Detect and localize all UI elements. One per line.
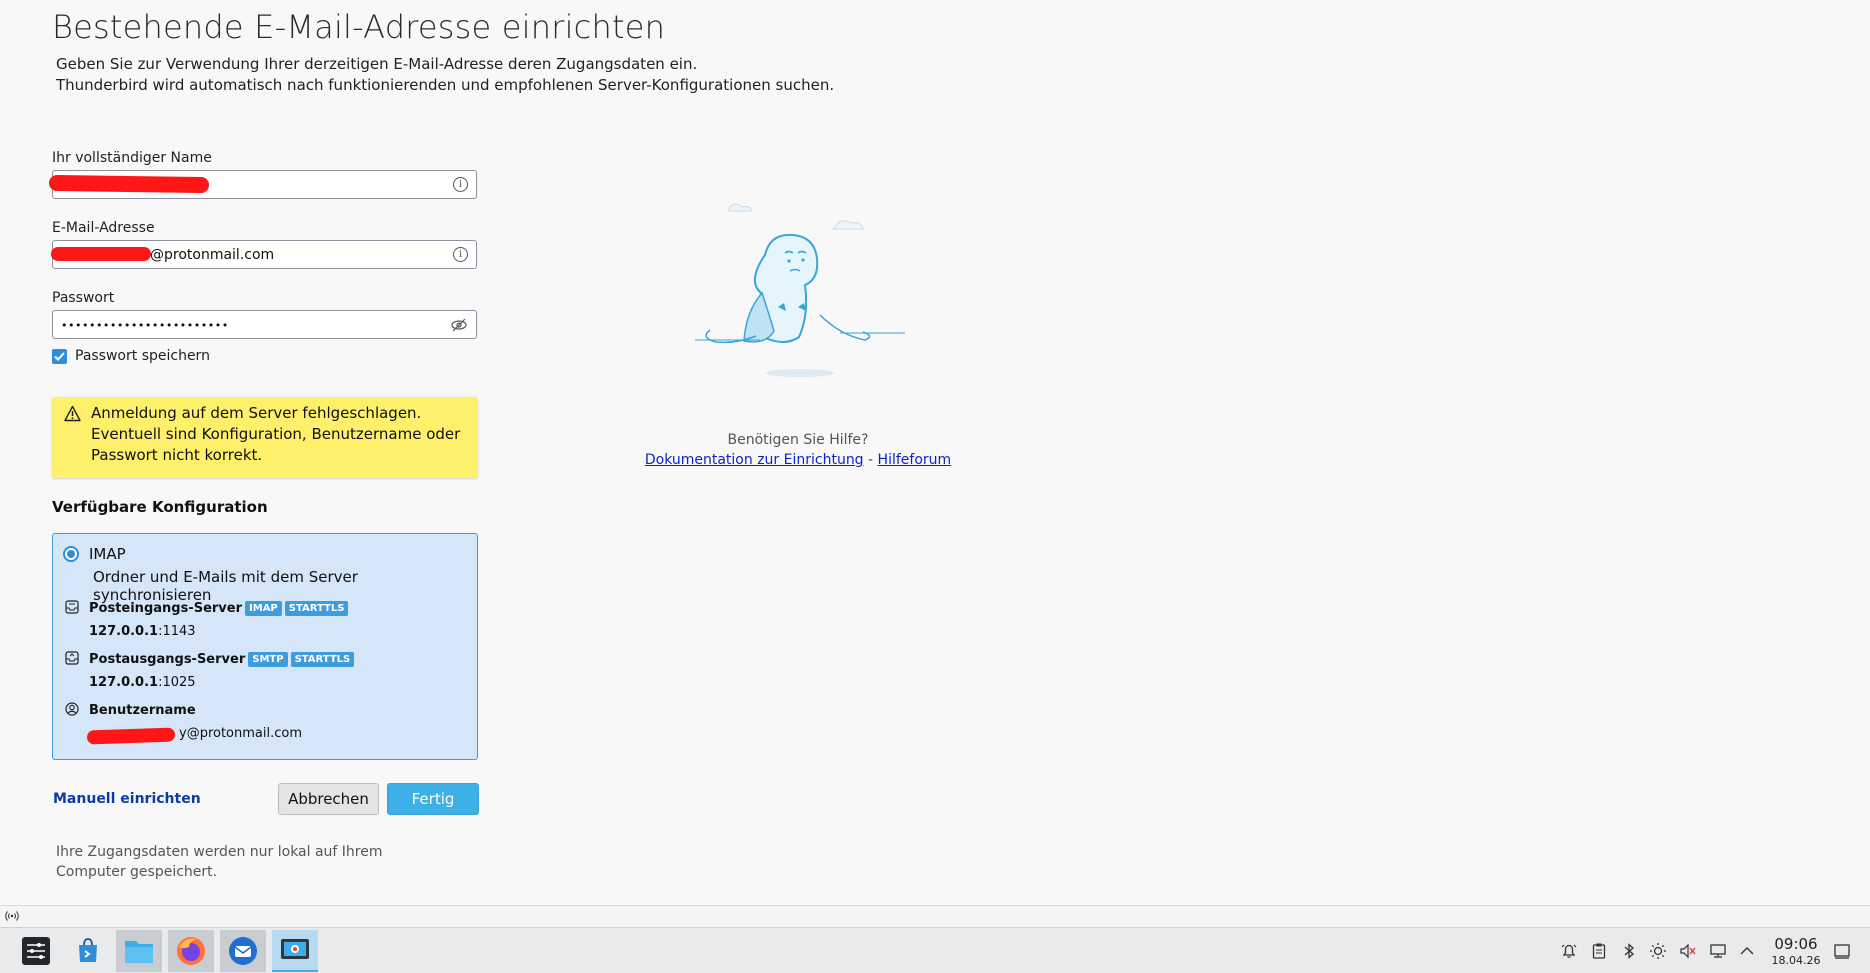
thunderbird-button[interactable] — [220, 930, 266, 972]
name-label: Ihr vollständiger Name — [52, 150, 212, 166]
volume-muted-icon — [1680, 943, 1696, 959]
firefox-icon — [177, 937, 205, 965]
toggle-password-visibility-icon[interactable] — [450, 317, 468, 333]
email-label: E-Mail-Adresse — [52, 220, 155, 236]
privacy-footnote: Ihre Zugangsdaten werden nur lokal auf I… — [56, 844, 383, 880]
page-title: Bestehende E-Mail-Adresse einrichten — [52, 8, 666, 46]
protocol-badge: IMAP — [245, 601, 282, 616]
brightness-tray[interactable] — [1648, 941, 1668, 961]
network-tray[interactable] — [1708, 941, 1728, 961]
warning-icon — [64, 405, 81, 422]
password-field[interactable]: •••••••••••••••••••••••• — [52, 310, 477, 339]
manual-setup-link[interactable]: Manuell einrichten — [53, 791, 201, 807]
notifications-tray[interactable] — [1559, 941, 1579, 961]
help-forum-link[interactable]: Hilfeforum — [878, 452, 952, 468]
clipboard-tray[interactable] — [1589, 941, 1609, 961]
application-launcher-icon — [22, 937, 50, 965]
remember-password-label: Passwort speichern — [75, 348, 210, 364]
outgoing-host: 127.0.0.1 — [89, 675, 159, 690]
mascot-illustration — [695, 203, 905, 377]
network-wired-icon — [1710, 944, 1726, 958]
password-value: •••••••••••••••••••••••• — [61, 319, 229, 332]
firefox-button[interactable] — [168, 930, 214, 972]
security-badge: STARTTLS — [290, 652, 355, 667]
info-icon[interactable]: i — [453, 177, 468, 192]
available-config-title: Verfügbare Konfiguration — [52, 498, 268, 516]
incoming-server-icon — [65, 600, 79, 614]
cancel-button[interactable]: Abbrechen — [278, 783, 379, 815]
bluetooth-icon — [1624, 943, 1634, 959]
application-launcher-button[interactable] — [13, 930, 59, 972]
username-label: Benutzername — [89, 703, 196, 718]
brightness-icon — [1650, 943, 1666, 959]
incoming-port: :1143 — [158, 624, 196, 639]
intro-text: Geben Sie zur Verwendung Ihrer derzeitig… — [56, 54, 834, 96]
account-setup-page: Bestehende E-Mail-Adresse einrichten Geb… — [0, 0, 1870, 905]
setup-documentation-link[interactable]: Dokumentation zur Einrichtung — [645, 452, 864, 468]
thunderbird-icon — [229, 937, 257, 965]
user-icon — [65, 702, 79, 716]
intro-line-1: Geben Sie zur Verwendung Ihrer derzeitig… — [56, 55, 698, 73]
info-icon[interactable]: i — [453, 247, 468, 262]
incoming-server-label: Posteingangs-Server — [89, 601, 243, 616]
link-separator: - — [868, 452, 874, 468]
intro-line-2: Thunderbird wird automatisch nach funkti… — [56, 76, 835, 94]
file-manager-icon — [125, 941, 153, 963]
screenshot-tool-icon — [281, 939, 309, 959]
notification-bell-icon — [1561, 944, 1577, 958]
protocol-badge: SMTP — [248, 652, 288, 667]
clock-time[interactable]: 09:06 — [1766, 935, 1826, 953]
email-field[interactable]: @protonmail.com i — [51, 240, 477, 269]
taskbar: 09:06 18.04.26 — [0, 927, 1870, 973]
outgoing-port: :1025 — [158, 675, 196, 690]
help-links: Dokumentation zur Einrichtung - Hilfefor… — [0, 452, 1596, 468]
discover-icon — [79, 938, 97, 962]
incoming-host: 127.0.0.1 — [89, 624, 159, 639]
config-name: IMAP — [89, 545, 126, 563]
redaction-mark — [51, 247, 151, 261]
status-bar — [0, 905, 1870, 927]
config-description: Ordner und E-Mails mit dem Server synchr… — [93, 568, 358, 604]
help-question: Benötigen Sie Hilfe? — [727, 432, 869, 448]
clock-date[interactable]: 18.04.26 — [1766, 954, 1826, 967]
show-hidden-icons-button[interactable] — [1737, 941, 1757, 961]
clipboard-icon — [1592, 943, 1606, 959]
username-value: y@protonmail.com — [179, 726, 302, 741]
redaction-mark — [86, 727, 176, 745]
activity-icon[interactable] — [5, 910, 19, 922]
outgoing-server-label: Postausgangs-Server — [89, 652, 246, 667]
remember-password-row[interactable]: Passwort speichern — [52, 348, 210, 364]
email-value: @protonmail.com — [150, 247, 275, 263]
password-label: Passwort — [52, 290, 115, 306]
imap-radio[interactable] — [63, 546, 79, 562]
bluetooth-tray[interactable] — [1619, 941, 1639, 961]
security-badge: STARTTLS — [284, 601, 349, 616]
volume-tray[interactable] — [1678, 941, 1698, 961]
show-desktop-button[interactable] — [1832, 941, 1852, 961]
discover-button[interactable] — [65, 930, 111, 972]
redaction-mark — [48, 174, 210, 194]
done-button[interactable]: Fertig — [387, 783, 479, 815]
remember-password-checkbox[interactable] — [52, 348, 67, 364]
show-desktop-icon — [1834, 944, 1850, 959]
file-manager-button[interactable] — [116, 930, 162, 972]
imap-config-option[interactable]: IMAP Ordner und E-Mails mit dem Server s… — [52, 533, 478, 760]
checkmark-icon — [54, 351, 65, 361]
name-field[interactable]: i — [48, 170, 477, 199]
chevron-up-icon — [1740, 947, 1754, 955]
screenshot-tool-button[interactable] — [272, 930, 318, 972]
outgoing-server-icon — [65, 651, 79, 665]
